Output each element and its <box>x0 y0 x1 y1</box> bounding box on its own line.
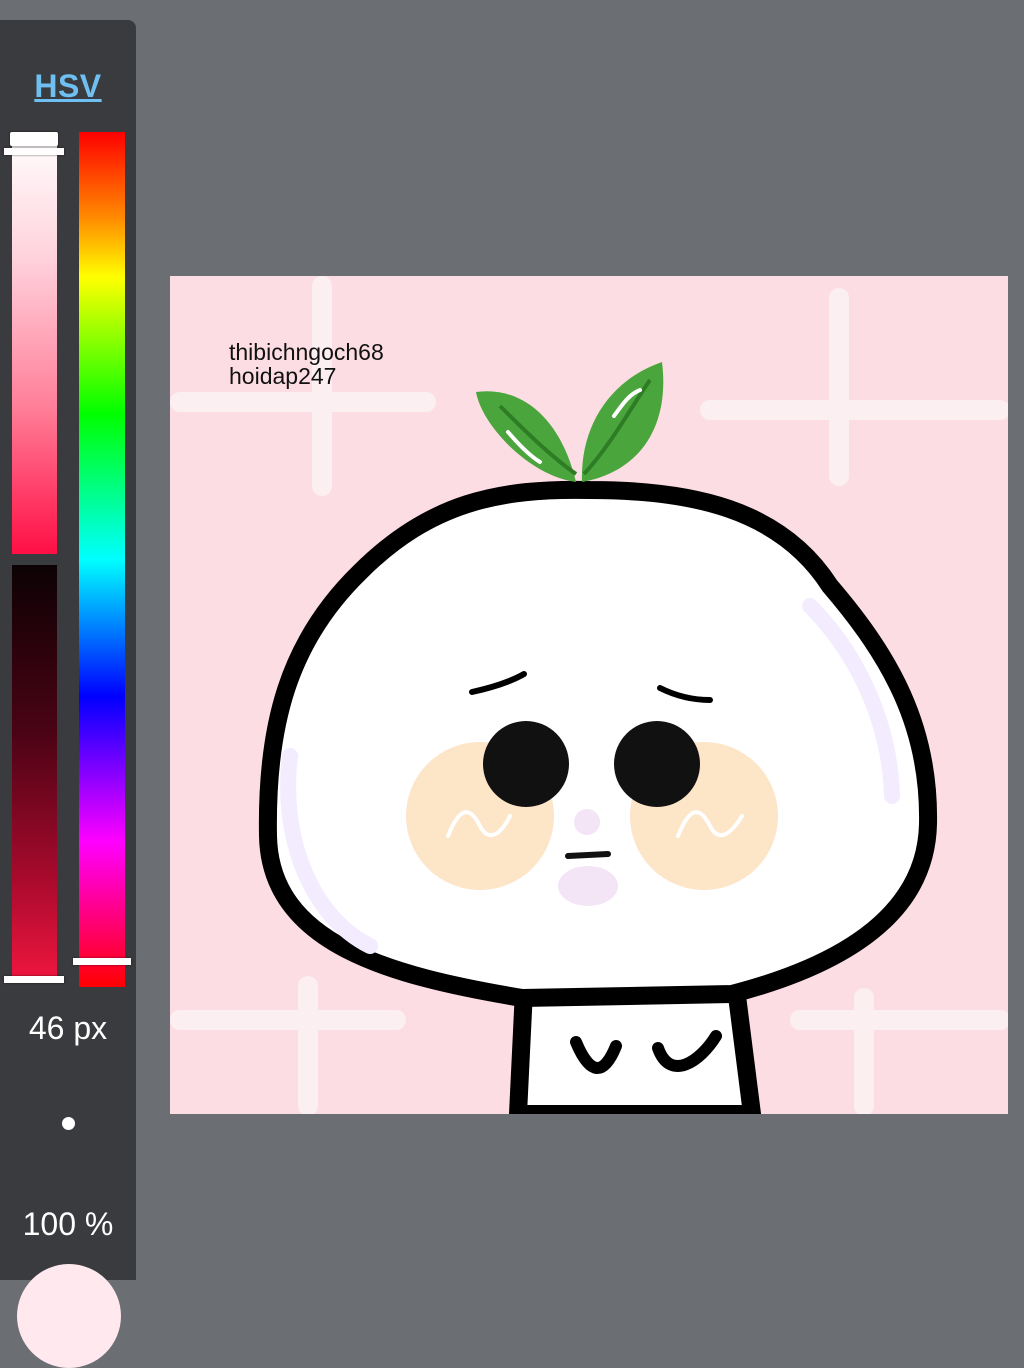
color-panel: HSV 46 px 100 % <box>0 20 136 1368</box>
hue-slider-handle[interactable] <box>73 958 131 965</box>
right-eye <box>614 721 700 807</box>
value-slider[interactable] <box>12 565 57 982</box>
hue-slider[interactable] <box>79 132 125 987</box>
brush-preview-dot <box>62 1117 75 1130</box>
watermark-line-2: hoidap247 <box>229 363 337 389</box>
watermark-text: thibichngoch68 hoidap247 <box>229 340 384 388</box>
left-eye <box>483 721 569 807</box>
opacity-value[interactable]: 100 % <box>0 1206 136 1243</box>
watermark-line-1: thibichngoch68 <box>229 339 384 365</box>
value-slider-handle[interactable] <box>4 976 64 983</box>
hsv-mode-tab[interactable]: HSV <box>0 68 136 105</box>
saturation-slider[interactable] <box>12 132 57 554</box>
brush-size-value[interactable]: 46 px <box>0 1010 136 1047</box>
character-head <box>258 480 938 1007</box>
character-body <box>509 979 761 1114</box>
saturation-slider-cap[interactable] <box>10 132 58 146</box>
saturation-slider-handle[interactable] <box>4 148 64 155</box>
sprout-leaves <box>476 362 664 482</box>
canvas-artwork <box>170 276 1008 1114</box>
drawing-canvas[interactable]: thibichngoch68 hoidap247 <box>170 276 1008 1114</box>
